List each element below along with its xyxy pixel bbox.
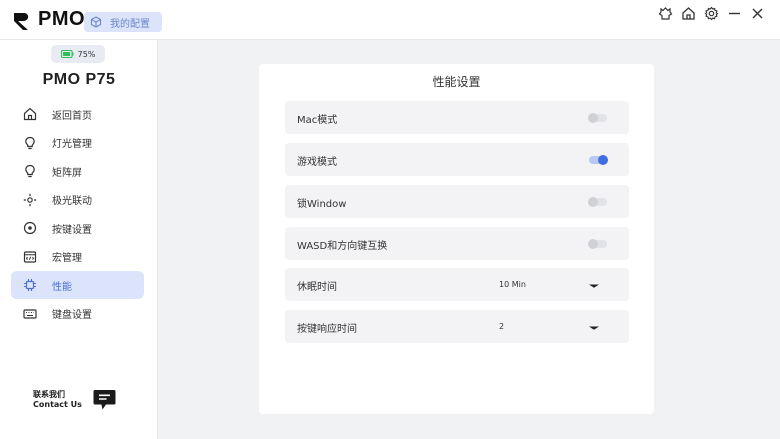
sidebar-item-label: 宏管理 [52,253,82,264]
game-mode-toggle[interactable] [589,155,608,165]
device-name: PMO P75 [42,71,116,88]
sidebar-item-label: 极光联动 [52,196,92,207]
sidebar-item-lighting[interactable]: 灯光管理 [11,129,144,157]
home-window-icon[interactable] [680,5,697,22]
title-bar: PMO 我的配置 [0,0,780,40]
settings-gear-icon[interactable] [703,5,720,22]
chevron-down-icon[interactable] [589,326,599,330]
battery-icon [60,50,74,58]
setting-row-response-time[interactable]: 按键响应时间 2 [285,310,629,343]
response-time-value: 2 [499,322,505,331]
cube-icon [90,16,102,28]
sidebar-item-performance[interactable]: 性能 [11,271,144,299]
chip-icon [22,277,38,293]
theme-icon[interactable] [657,5,674,22]
sleep-time-value: 10 Min [499,280,526,289]
sidebar-item-keyboard-settings[interactable]: 键盘设置 [11,300,144,328]
chat-icon[interactable] [93,389,116,411]
key-settings-icon [22,220,38,236]
contact-label-en: Contact Us [33,400,82,409]
aurora-icon [22,192,38,208]
pmo-logo-icon [14,13,29,30]
sidebar-item-macro[interactable]: 宏管理 [11,243,144,271]
performance-settings-panel: 性能设置 Mac模式 游戏模式 锁Window WASD和方向键互换 休眠时间 … [259,64,654,414]
setting-row-game-mode: 游戏模式 [285,143,629,176]
setting-label: 按键响应时间 [297,324,357,335]
home-icon [22,106,38,122]
battery-indicator: 75% [51,45,105,63]
contact-us[interactable]: 联系我们 Contact Us [33,390,82,410]
sidebar-item-label: 性能 [52,281,72,293]
sidebar-item-aurora-sync[interactable]: 极光联动 [11,186,144,214]
sidebar-item-home[interactable]: 返回首页 [11,100,144,128]
mac-mode-toggle[interactable] [588,113,607,123]
sidebar-nav: 返回首页 灯光管理 矩阵屏 极光联动 按键设置 宏管理 性能 键盘设置 [11,100,144,328]
setting-label: 休眠时间 [297,282,337,293]
sidebar-item-label: 灯光管理 [52,139,92,150]
bulb-icon [22,135,38,151]
keyboard-icon [22,306,38,322]
sidebar-item-label: 矩阵屏 [52,167,82,179]
close-icon[interactable] [749,5,766,22]
contact-label-cn: 联系我们 [33,390,65,399]
app-logo-text: PMO [38,8,86,30]
setting-label: 锁Window [297,199,347,210]
sidebar-item-label: 键盘设置 [52,310,92,321]
sidebar-item-label: 按键设置 [52,224,92,236]
wasd-swap-toggle[interactable] [588,239,607,249]
sidebar-item-key-settings[interactable]: 按键设置 [11,214,144,242]
panel-title: 性能设置 [432,75,481,89]
chevron-down-icon[interactable] [589,284,599,288]
battery-percent: 75% [77,49,96,59]
sidebar-item-matrix-screen[interactable]: 矩阵屏 [11,157,144,185]
sidebar: 75% PMO P75 返回首页 灯光管理 矩阵屏 极光联动 按键设置 宏管理 … [0,40,158,439]
sidebar-item-label: 返回首页 [52,110,92,122]
minimize-icon[interactable] [726,5,743,22]
setting-row-mac-mode: Mac模式 [285,101,629,134]
macro-icon [22,249,38,265]
lock-windows-toggle[interactable] [588,197,607,207]
setting-label: Mac模式 [297,115,338,126]
bulb-icon [22,163,38,179]
my-config-button[interactable]: 我的配置 [84,12,162,32]
my-config-label: 我的配置 [110,18,150,30]
setting-row-wasd-swap: WASD和方向键互换 [285,227,629,260]
setting-label: WASD和方向键互换 [297,241,388,252]
setting-row-sleep-time[interactable]: 休眠时间 10 Min [285,268,629,301]
setting-label: 游戏模式 [297,157,337,168]
setting-row-lock-windows: 锁Window [285,185,629,218]
